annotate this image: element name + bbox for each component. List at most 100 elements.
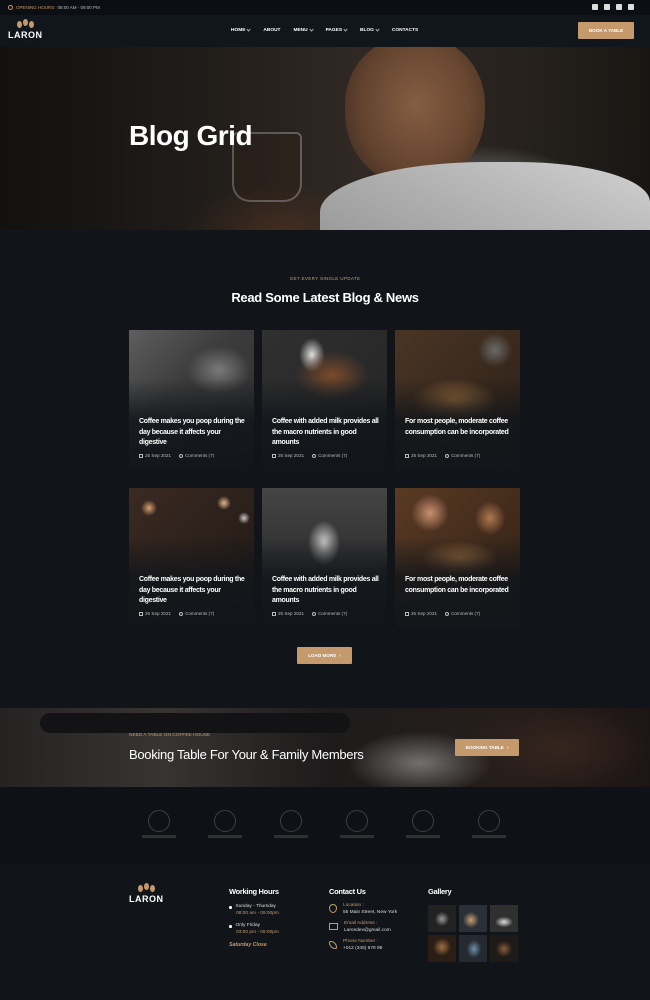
post-date: 25 Sep 2021 — [139, 453, 171, 458]
blog-card-title[interactable]: Coffee makes you poop during the day bec… — [139, 575, 246, 607]
comment-icon — [445, 453, 450, 458]
post-comments[interactable]: Comments (7) — [312, 611, 347, 616]
post-comments[interactable]: Comments (7) — [179, 611, 214, 616]
contact-location: Location : 55 Main Street, New York — [329, 903, 397, 915]
chevron-down-icon — [308, 27, 314, 32]
chevron-down-icon — [343, 27, 348, 32]
footer-logo[interactable]: LARON — [129, 883, 164, 907]
post-comments[interactable]: Comments (7) — [312, 453, 347, 458]
gallery-thumb[interactable] — [428, 935, 456, 962]
blog-card[interactable]: For most people, moderate coffee consump… — [395, 330, 520, 470]
hero-banner: Blog Grid — [0, 47, 650, 230]
location-pin-icon — [329, 904, 337, 913]
calendar-icon — [272, 611, 276, 616]
working-hours-title: Working Hours — [229, 887, 279, 896]
social-links — [592, 4, 634, 10]
hours-days: Sunday - Thursday — [235, 904, 276, 909]
blog-card[interactable]: Coffee with added milk provides all the … — [262, 488, 387, 628]
logo-text: LARON — [8, 30, 43, 40]
page-title: Blog Grid — [129, 120, 253, 151]
coffee-beans-icon — [8, 19, 42, 29]
calendar-icon — [405, 453, 409, 458]
blog-card-meta: 25 Sep 2021 Comments (7) — [139, 453, 214, 458]
instagram-icon[interactable] — [616, 4, 622, 10]
load-more-button[interactable]: LOAD MORE › — [297, 647, 352, 664]
blog-card[interactable]: For most people, moderate coffee consump… — [395, 488, 520, 628]
email-label: Email Address : — [344, 921, 378, 926]
youtube-icon[interactable] — [628, 4, 634, 10]
nav-label: PAGES — [325, 28, 343, 33]
chevron-down-icon — [246, 27, 252, 32]
hours-time: 08:00 am - 09:00pm — [236, 911, 279, 916]
blog-eyebrow: GET EVERY SINGLE UPDATE — [289, 276, 361, 281]
calendar-icon — [139, 453, 143, 458]
opening-hours-label: OPENING HOURS: — [16, 5, 56, 10]
booking-title: Booking Table For Your & Family Members — [129, 747, 364, 762]
booking-button-label: BOOKING TABLE — [465, 745, 504, 750]
gallery-thumb[interactable] — [428, 905, 456, 932]
nav-label: ABOUT — [263, 28, 281, 33]
blog-card-title[interactable]: For most people, moderate coffee consump… — [405, 417, 512, 438]
blog-card-title[interactable]: Coffee with added milk provides all the … — [272, 417, 379, 449]
nav-item-menu[interactable]: MENU — [293, 27, 314, 33]
contact-email: Email Address : Larondev@gmail.com — [329, 921, 397, 933]
blog-card-title[interactable]: For most people, moderate coffee consump… — [405, 575, 512, 596]
post-date: 25 Sep 2021 — [139, 611, 171, 616]
closed-day: Saturday Close — [229, 942, 267, 948]
comment-icon — [312, 453, 317, 458]
comment-icon — [312, 611, 317, 616]
blog-card-title[interactable]: Coffee with added milk provides all the … — [272, 575, 379, 607]
clock-icon — [8, 5, 13, 10]
post-date: 25 Sep 2021 — [405, 453, 437, 458]
nav-item-contacts[interactable]: CONTACTS — [392, 28, 418, 33]
booking-table-button[interactable]: BOOKING TABLE › — [455, 739, 519, 756]
chevron-right-icon: › — [339, 653, 341, 658]
chevron-right-icon: › — [506, 745, 509, 750]
phone-value[interactable]: +012 (345) 678 99 — [343, 946, 382, 951]
gallery-thumb[interactable] — [459, 905, 487, 932]
nav-label: HOME — [231, 28, 246, 33]
blog-section-title: Read Some Latest Blog & News — [231, 290, 419, 305]
comment-icon — [179, 453, 184, 458]
blog-card-title[interactable]: Coffee makes you poop during the day bec… — [139, 417, 246, 449]
comment-icon — [445, 611, 450, 616]
coffee-house-logo — [137, 809, 181, 839]
blog-card[interactable]: Coffee with added milk provides all the … — [262, 330, 387, 470]
opening-hours-value: 08:00 AM - 09:00 PM — [57, 5, 100, 10]
chevron-down-icon — [375, 27, 380, 32]
nav-item-pages[interactable]: PAGES — [325, 27, 348, 33]
site-logo[interactable]: LARON — [8, 19, 43, 43]
facebook-icon[interactable] — [592, 4, 598, 10]
logo-text: LARON — [129, 894, 164, 904]
post-comments[interactable]: Comments (7) — [445, 611, 480, 616]
phone-icon — [329, 941, 337, 949]
blog-card-meta: 25 Sep 2021 Comments (7) — [272, 611, 347, 616]
restaurant-chef-logo — [467, 809, 511, 839]
post-comments[interactable]: Comments (7) — [179, 453, 214, 458]
twitter-icon[interactable] — [604, 4, 610, 10]
working-hours-list: Sunday - Thursday 08:00 am - 09:00pm Onl… — [229, 904, 279, 948]
hours-row: Sunday - Thursday — [229, 904, 279, 909]
hours-time: 03:00 pm - 09:00pm — [236, 930, 279, 935]
gallery-thumb[interactable] — [490, 905, 518, 932]
calendar-icon — [139, 611, 143, 616]
blog-card-meta: 25 Sep 2021 Comments (7) — [405, 453, 480, 458]
book-a-table-button[interactable]: BOOK A TABLE — [578, 22, 634, 39]
email-value[interactable]: Larondev@gmail.com — [344, 928, 391, 933]
comment-icon — [179, 611, 184, 616]
coffee-beans-icon — [129, 883, 163, 893]
gallery-thumb[interactable] — [490, 935, 518, 962]
blog-card[interactable]: Coffee makes you poop during the day bec… — [129, 488, 254, 628]
nav-item-about[interactable]: ABOUT — [263, 28, 280, 33]
nav-item-home[interactable]: HOME — [231, 27, 252, 33]
nav-item-blog[interactable]: BLOG — [360, 27, 380, 33]
post-date: 25 Sep 2021 — [405, 611, 437, 616]
gallery-thumb[interactable] — [459, 935, 487, 962]
nav-label: CONTACTS — [391, 28, 419, 33]
main-nav: LARON HOME ABOUT MENU PAGES BLOG CONTACT… — [0, 15, 650, 47]
post-comments[interactable]: Comments (7) — [445, 453, 480, 458]
location-label: Location : — [343, 903, 364, 908]
calendar-icon — [405, 611, 409, 616]
gallery-title: Gallery — [428, 887, 452, 896]
blog-card[interactable]: Coffee makes you poop during the day bec… — [129, 330, 254, 470]
